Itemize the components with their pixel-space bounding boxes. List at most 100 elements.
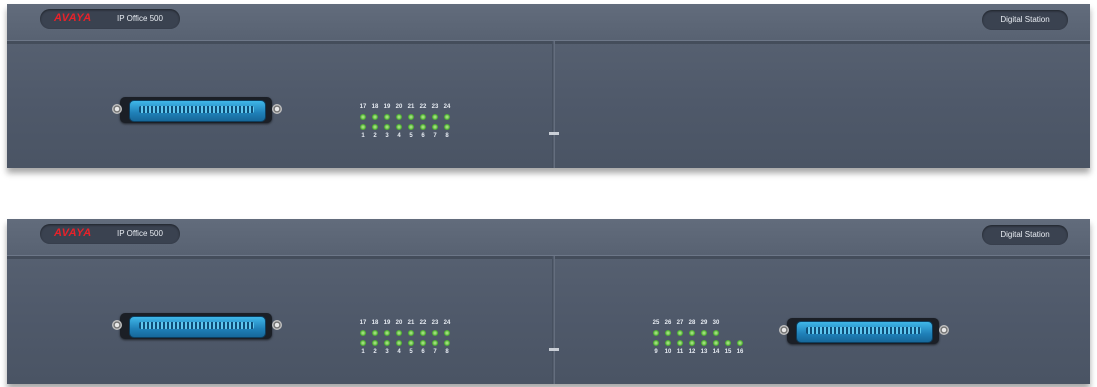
status-led <box>420 340 426 346</box>
led-number: 15 <box>724 349 732 355</box>
rj21-connector-expansion[interactable] <box>779 316 949 346</box>
led-number: 24 <box>443 320 451 326</box>
led-number: 24 <box>443 104 451 110</box>
led-number: 3 <box>385 133 389 139</box>
led-number: 23 <box>431 104 439 110</box>
slot-tab <box>549 348 559 351</box>
status-led <box>372 114 378 120</box>
led-number: 29 <box>700 320 708 326</box>
led-number: 25 <box>652 320 660 326</box>
led-number: 20 <box>395 104 403 110</box>
unit-header-band: AVAYA IP Office 500 Digital Station <box>7 219 1090 259</box>
status-led <box>384 124 390 130</box>
slot-divider <box>552 256 555 384</box>
status-led <box>701 330 707 336</box>
screw-icon <box>272 320 282 330</box>
status-led <box>396 124 402 130</box>
led-number: 18 <box>371 104 379 110</box>
led-number: 1 <box>361 133 365 139</box>
status-led <box>432 124 438 130</box>
slot-divider <box>552 41 555 168</box>
led-numbers-top: 25 26 27 28 29 30 <box>650 320 746 326</box>
led-number: 12 <box>688 349 696 355</box>
led-row <box>357 330 453 336</box>
status-led <box>713 330 719 336</box>
led-number: 14 <box>712 349 720 355</box>
status-led <box>360 124 366 130</box>
led-row <box>357 340 453 346</box>
screw-icon <box>939 325 949 335</box>
status-led <box>432 340 438 346</box>
led-number: 10 <box>664 349 672 355</box>
status-led <box>725 340 731 346</box>
status-led <box>653 340 659 346</box>
status-led <box>408 340 414 346</box>
status-led <box>701 340 707 346</box>
status-led <box>396 340 402 346</box>
module-label: Digital Station <box>982 225 1068 245</box>
rj21-connector[interactable] <box>112 95 282 125</box>
model-label: IP Office 500 <box>117 229 163 238</box>
led-number: 17 <box>359 320 367 326</box>
model-label: IP Office 500 <box>117 14 163 23</box>
led-number: 1 <box>361 349 365 355</box>
port-led-block: 17 18 19 20 21 22 23 24 1 2 3 4 5 6 7 8 <box>357 320 453 355</box>
status-led <box>360 330 366 336</box>
status-led <box>444 124 450 130</box>
slot-tab <box>549 132 559 135</box>
status-led <box>713 340 719 346</box>
led-number: 3 <box>385 349 389 355</box>
led-row <box>357 124 453 130</box>
led-number: 23 <box>431 320 439 326</box>
status-led <box>444 114 450 120</box>
led-number: 16 <box>736 349 744 355</box>
led-number: 4 <box>397 133 401 139</box>
led-number: 2 <box>373 133 377 139</box>
status-led <box>653 330 659 336</box>
led-number: 6 <box>421 349 425 355</box>
led-row <box>357 114 453 120</box>
led-number: 4 <box>397 349 401 355</box>
module-label: Digital Station <box>982 10 1068 30</box>
led-numbers-bottom: 1 2 3 4 5 6 7 8 <box>357 133 453 139</box>
led-number: 21 <box>407 104 415 110</box>
port-led-block-expansion: 25 26 27 28 29 30 9 10 11 12 13 14 15 16 <box>650 320 746 355</box>
status-led <box>372 340 378 346</box>
brand-badge: AVAYA IP Office 500 <box>40 224 180 244</box>
port-led-block: 17 18 19 20 21 22 23 24 1 2 3 4 5 6 7 8 <box>357 104 453 139</box>
led-number: 5 <box>409 349 413 355</box>
status-led <box>677 340 683 346</box>
status-led <box>432 114 438 120</box>
led-numbers-bottom: 1 2 3 4 5 6 7 8 <box>357 349 453 355</box>
control-unit-bottom: AVAYA IP Office 500 Digital Station 17 1… <box>7 219 1090 384</box>
led-number: 11 <box>676 349 684 355</box>
connector-pins <box>139 322 254 329</box>
connector-pins <box>806 327 921 334</box>
connector-pins <box>139 106 254 113</box>
status-led <box>677 330 683 336</box>
status-led <box>384 114 390 120</box>
led-number: 6 <box>421 133 425 139</box>
status-led <box>384 340 390 346</box>
led-number: 22 <box>419 320 427 326</box>
status-led <box>360 114 366 120</box>
led-number: 13 <box>700 349 708 355</box>
led-number: 26 <box>664 320 672 326</box>
status-led <box>737 340 743 346</box>
led-number: 2 <box>373 349 377 355</box>
led-number: 7 <box>433 133 437 139</box>
led-number: 5 <box>409 133 413 139</box>
led-number: 20 <box>395 320 403 326</box>
led-numbers-bottom: 9 10 11 12 13 14 15 16 <box>650 349 746 355</box>
led-number: 17 <box>359 104 367 110</box>
status-led <box>420 330 426 336</box>
led-number: 8 <box>445 349 449 355</box>
led-row <box>650 330 746 336</box>
led-number: 22 <box>419 104 427 110</box>
screw-icon <box>272 104 282 114</box>
rj21-connector[interactable] <box>112 311 282 341</box>
led-number: 30 <box>712 320 720 326</box>
status-led <box>444 330 450 336</box>
status-led <box>372 330 378 336</box>
status-led <box>396 330 402 336</box>
